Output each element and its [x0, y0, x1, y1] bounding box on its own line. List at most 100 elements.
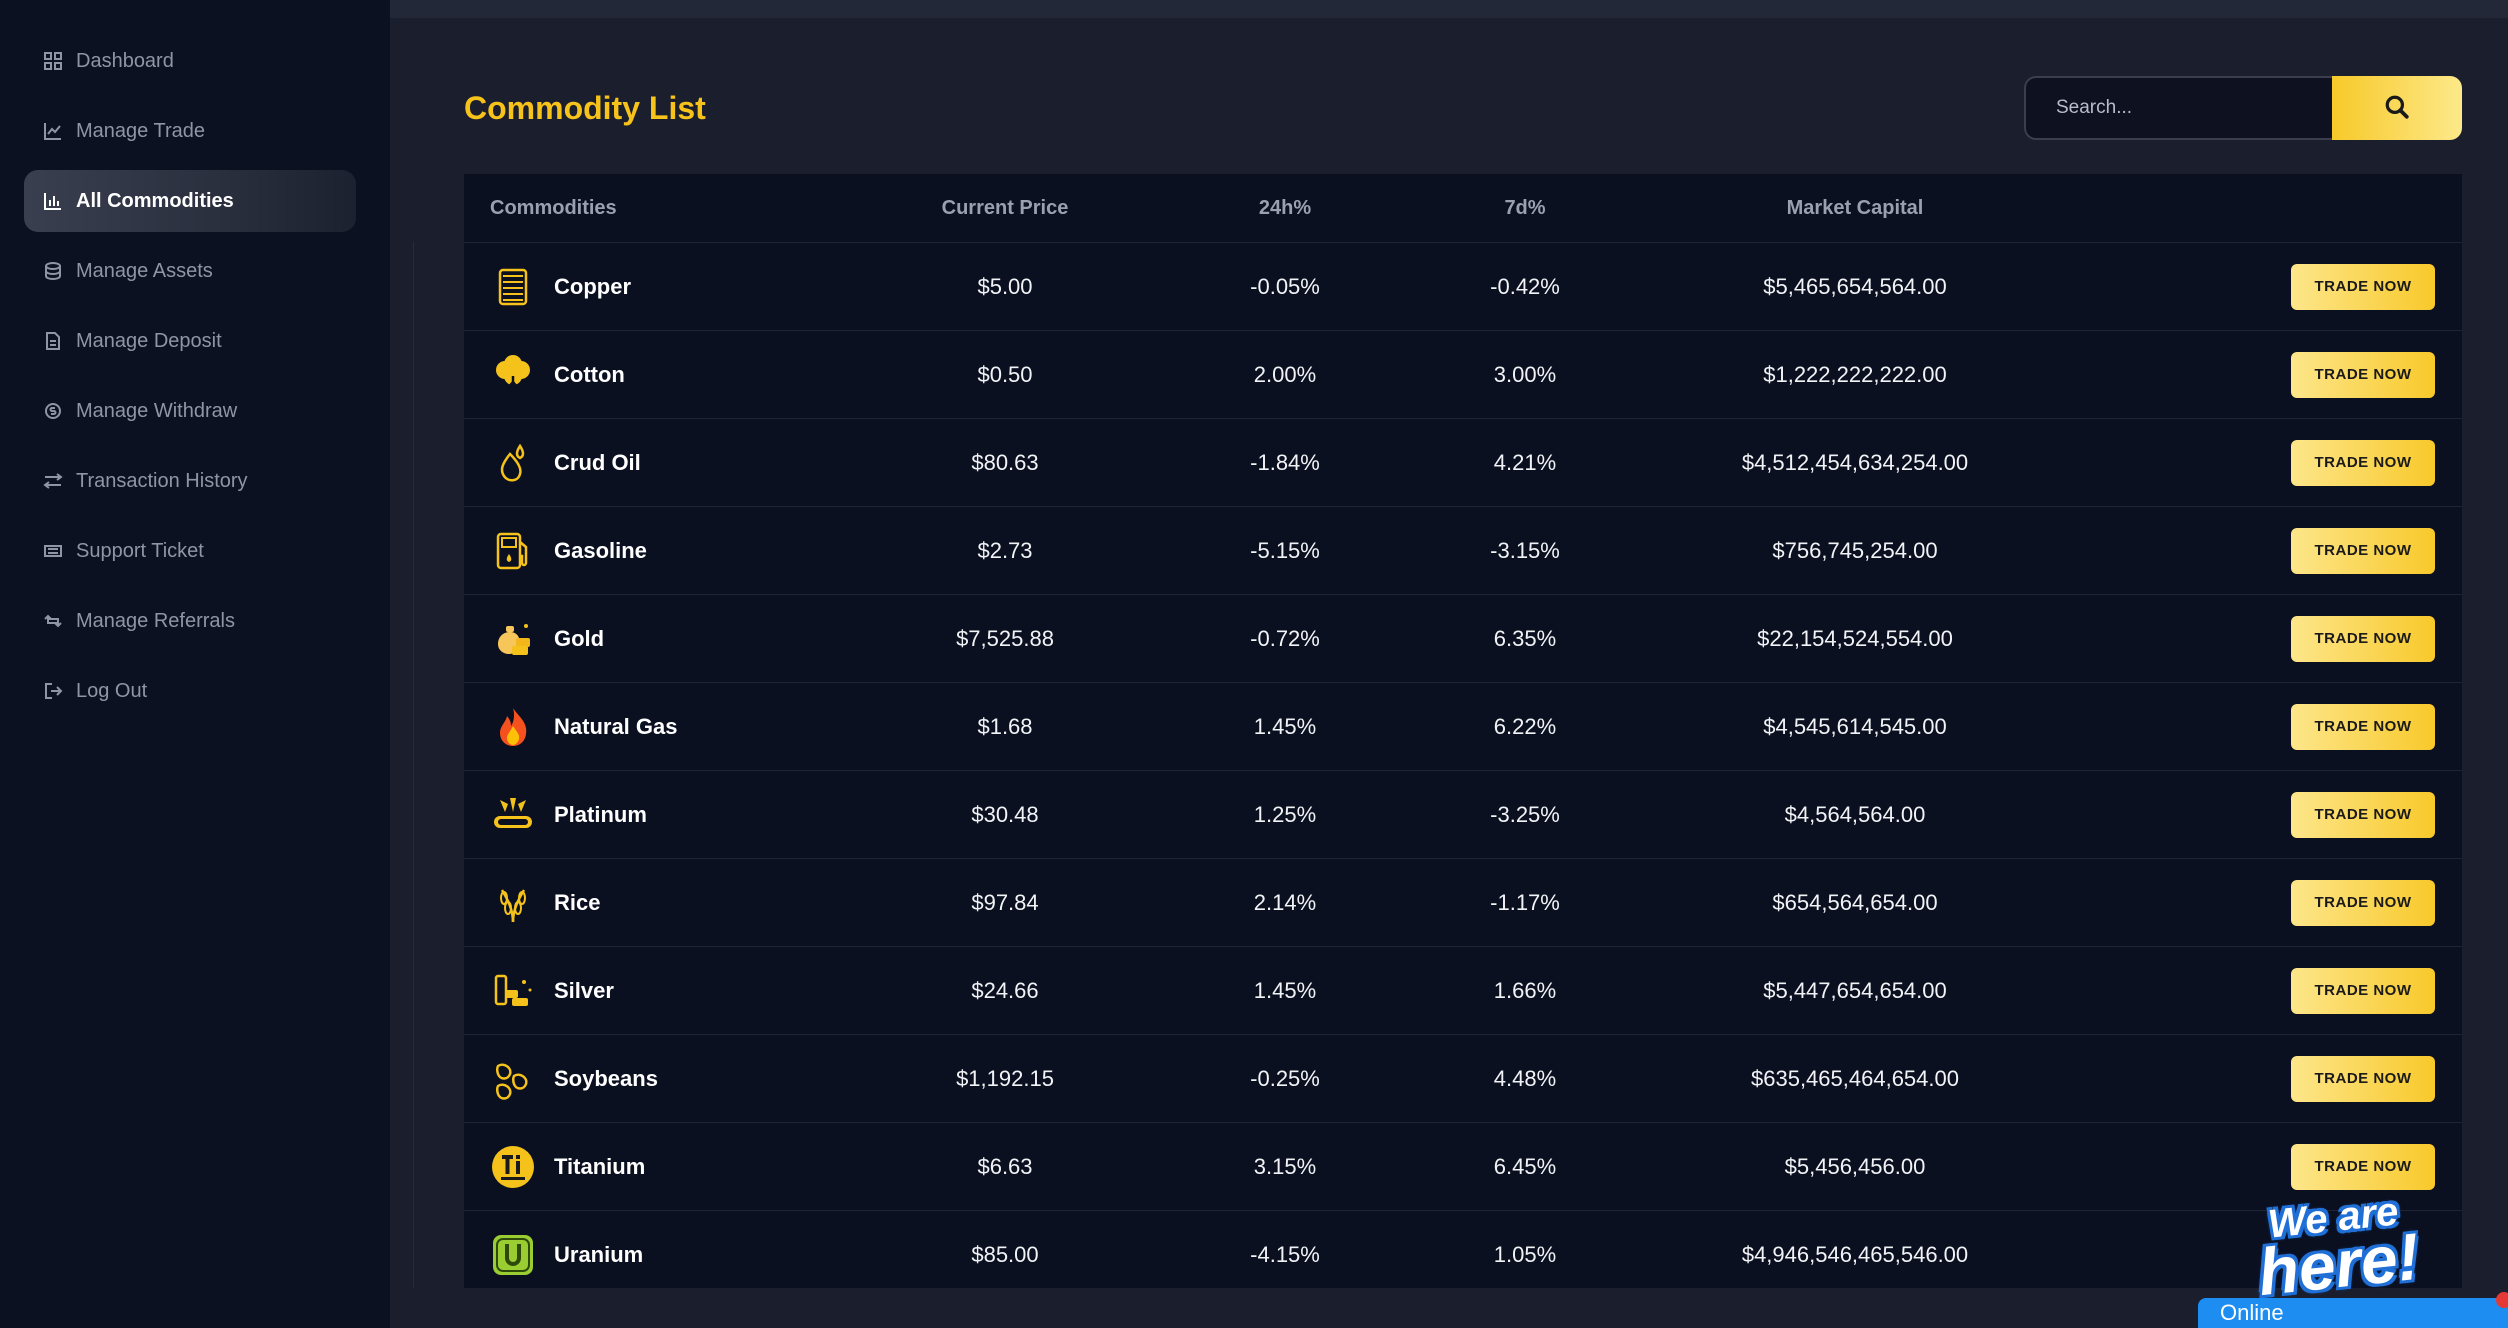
trade-now-button[interactable]: TRADE NOW [2291, 439, 2435, 486]
current-price: $80.63 [971, 449, 1039, 475]
trade-now-button[interactable]: TRADE NOW [2291, 263, 2435, 310]
commodity-name: Cotton [554, 361, 625, 387]
change-24h: 2.14% [1253, 889, 1317, 915]
change-7d: 6.22% [1493, 713, 1557, 739]
change-7d: 6.35% [1493, 625, 1557, 651]
change-7d: 1.05% [1493, 1241, 1557, 1267]
change-7d: 3.00% [1493, 361, 1557, 387]
sidebar-item-manage-deposit[interactable]: Manage Deposit [24, 310, 356, 372]
sidebar-item-label: Manage Referrals [76, 609, 235, 632]
chat-status: Online [2220, 1300, 2284, 1325]
flame-icon [490, 704, 536, 750]
change-24h: 3.15% [1253, 1153, 1317, 1179]
change-7d: 4.21% [1493, 449, 1557, 475]
market-capital: $4,512,454,634,254.00 [1741, 449, 1969, 475]
commodity-cell: Titanium [490, 1144, 645, 1190]
commodity-cell: Gasoline [490, 528, 647, 574]
commodity-name: Crud Oil [554, 449, 641, 475]
current-price: $1,192.15 [956, 1065, 1054, 1091]
cotton-icon [490, 352, 536, 398]
sidebar-item-label: Manage Trade [76, 119, 205, 142]
table-row: Platinum $30.48 1.25% -3.25% $4,564,564.… [464, 771, 2462, 859]
table-row: Gasoline $2.73 -5.15% -3.15% $756,745,25… [464, 507, 2462, 595]
market-capital: $654,564,654.00 [1772, 889, 1938, 915]
table-row: Natural Gas $1.68 1.45% 6.22% $4,545,614… [464, 683, 2462, 771]
coins-icon [42, 260, 64, 282]
notification-dot [2496, 1292, 2508, 1308]
titanium-icon [490, 1144, 536, 1190]
retweet-icon [42, 610, 64, 632]
commodity-name: Titanium [554, 1153, 646, 1179]
copper-icon [490, 264, 536, 310]
trade-now-button[interactable]: TRADE NOW [2291, 879, 2435, 926]
change-24h: -4.15% [1250, 1241, 1320, 1267]
table-row: Gold $7,525.88 -0.72% 6.35% $22,154,524,… [464, 595, 2462, 683]
trade-now-button[interactable]: TRADE NOW [2291, 967, 2435, 1014]
sidebar-item-label: All Commodities [76, 189, 234, 212]
commodity-name: Uranium [554, 1241, 644, 1267]
trade-now-button[interactable]: TRADE NOW [2291, 527, 2435, 574]
trade-now-button[interactable]: TRADE NOW [2291, 1055, 2435, 1102]
market-capital: $635,465,464,654.00 [1751, 1065, 1959, 1091]
ticket-icon [42, 540, 64, 562]
table-row: Silver $24.66 1.45% 1.66% $5,447,654,654… [464, 947, 2462, 1035]
commodity-name: Rice [554, 889, 601, 915]
search-icon [2384, 94, 2410, 123]
table-row: Rice $97.84 2.14% -1.17% $654,564,654.00… [464, 859, 2462, 947]
sidebar: Dashboard Manage Trade All Commodities M… [0, 0, 390, 1328]
gas-pump-icon [490, 528, 536, 574]
current-price: $85.00 [971, 1241, 1039, 1267]
commodity-cell: Natural Gas [490, 704, 678, 750]
header-24h: 24h% [1258, 196, 1312, 219]
rice-icon [490, 880, 536, 926]
market-capital: $4,564,564.00 [1784, 801, 1926, 827]
sidebar-item-dashboard[interactable]: Dashboard [24, 30, 356, 92]
sidebar-item-log-out[interactable]: Log Out [24, 660, 356, 722]
trade-now-button[interactable]: TRADE NOW [2291, 791, 2435, 838]
sidebar-item-manage-referrals[interactable]: Manage Referrals [24, 590, 356, 652]
change-24h: 1.25% [1253, 801, 1317, 827]
chat-online-bar[interactable]: Online [2198, 1298, 2508, 1328]
gold-icon [490, 616, 536, 662]
sidebar-item-manage-withdraw[interactable]: Manage Withdraw [24, 380, 356, 442]
trade-now-button[interactable]: TRADE NOW [2291, 351, 2435, 398]
table-row: Uranium $85.00 -4.15% 1.05% $4,946,546,4… [464, 1211, 2462, 1298]
page-title: Commodity List [464, 90, 706, 126]
change-24h: 2.00% [1253, 361, 1317, 387]
change-24h: -0.25% [1250, 1065, 1320, 1091]
sidebar-item-label: Manage Deposit [76, 329, 222, 352]
header-commodities: Commodities [490, 196, 617, 219]
table-row: Crud Oil $80.63 -1.84% 4.21% $4,512,454,… [464, 419, 2462, 507]
commodity-cell: Copper [490, 264, 631, 310]
chart-bar-icon [42, 190, 64, 212]
sidebar-item-all-commodities[interactable]: All Commodities [24, 170, 356, 232]
current-price: $30.48 [971, 801, 1039, 827]
current-price: $24.66 [971, 977, 1039, 1003]
market-capital: $5,447,654,654.00 [1763, 977, 1947, 1003]
change-24h: 1.45% [1253, 713, 1317, 739]
commodity-name: Soybeans [554, 1065, 658, 1091]
sidebar-item-support-ticket[interactable]: Support Ticket [24, 520, 356, 582]
search-box [2024, 76, 2462, 140]
current-price: $97.84 [971, 889, 1039, 915]
trade-now-button[interactable]: TRADE NOW [2291, 1143, 2435, 1190]
sidebar-item-manage-assets[interactable]: Manage Assets [24, 240, 356, 302]
sidebar-item-manage-trade[interactable]: Manage Trade [24, 100, 356, 162]
change-24h: 1.45% [1253, 977, 1317, 1003]
trade-now-button[interactable]: TRADE NOW [2291, 615, 2435, 662]
exchange-icon [42, 470, 64, 492]
search-button[interactable] [2332, 76, 2462, 140]
sidebar-item-label: Transaction History [76, 469, 248, 492]
change-7d: 4.48% [1493, 1065, 1557, 1091]
silver-icon [490, 968, 536, 1014]
search-input[interactable] [2024, 76, 2332, 140]
current-price: $5.00 [977, 273, 1033, 299]
market-capital: $5,456,456.00 [1784, 1153, 1926, 1179]
change-7d: 6.45% [1493, 1153, 1557, 1179]
table-row: Copper $5.00 -0.05% -0.42% $5,465,654,56… [464, 243, 2462, 331]
market-capital: $5,465,654,564.00 [1763, 273, 1947, 299]
sidebar-item-transaction-history[interactable]: Transaction History [24, 450, 356, 512]
trade-now-button[interactable]: TRADE NOW [2291, 703, 2435, 750]
chat-badge[interactable]: We are here! [2254, 1189, 2444, 1309]
commodity-cell: Gold [490, 616, 604, 662]
